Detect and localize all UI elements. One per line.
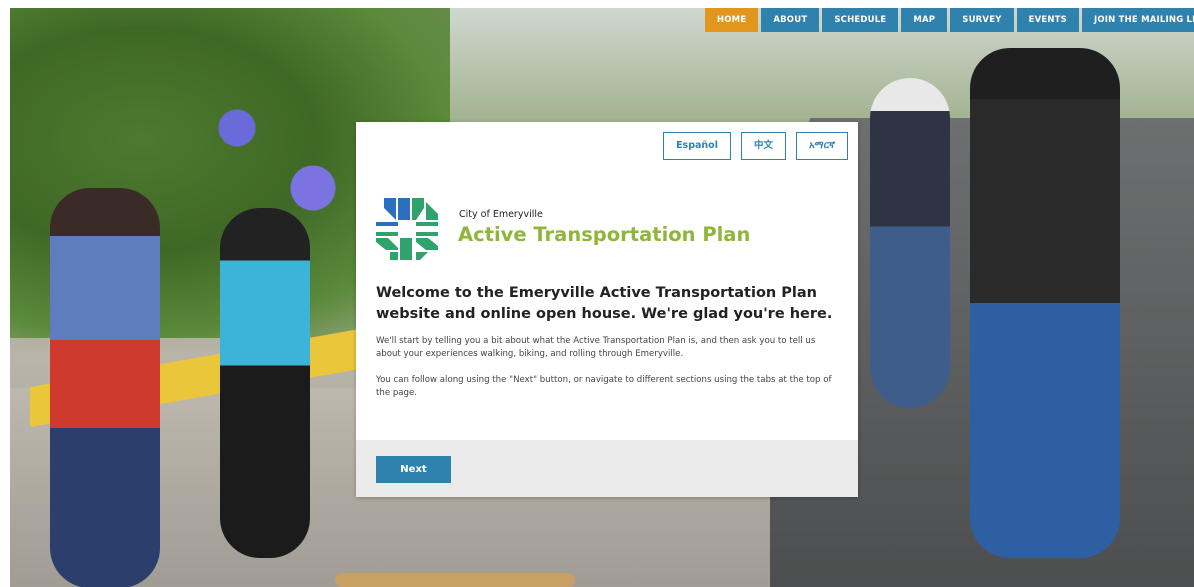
language-button-spanish[interactable]: Español xyxy=(663,132,731,160)
language-button-amharic[interactable]: አማርኛ xyxy=(795,132,848,160)
tab-survey[interactable]: SURVEY xyxy=(950,8,1014,32)
plan-title: Active Transportation Plan xyxy=(458,223,751,246)
instructions-paragraph: You can follow along using the "Next" bu… xyxy=(376,375,832,398)
skateboard xyxy=(335,573,575,587)
top-navigation: HOME ABOUT SCHEDULE MAP SURVEY EVENTS JO… xyxy=(704,8,1194,32)
cyclist xyxy=(870,78,950,408)
language-button-chinese[interactable]: 中文 xyxy=(740,132,786,160)
person-with-scooter xyxy=(50,188,160,587)
next-button[interactable]: Next xyxy=(376,456,451,483)
child-with-scooter xyxy=(220,208,310,558)
org-name: City of Emeryville xyxy=(459,209,543,220)
welcome-card: Español 中文 አማርኛ City of Emeryville Activ… xyxy=(356,122,858,497)
intro-paragraph: We'll start by telling you a bit about w… xyxy=(376,336,816,359)
tab-about[interactable]: ABOUT xyxy=(761,8,820,32)
tab-map[interactable]: MAP xyxy=(901,8,948,32)
tab-home[interactable]: HOME xyxy=(704,8,759,32)
language-selector: Español 中文 አማርኛ xyxy=(663,132,848,160)
page: HOME ABOUT SCHEDULE MAP SURVEY EVENTS JO… xyxy=(0,0,1194,587)
cyclist xyxy=(970,48,1120,558)
tab-events[interactable]: EVENTS xyxy=(1016,8,1079,32)
welcome-heading: Welcome to the Emeryville Active Transpo… xyxy=(376,285,833,322)
tab-join-mailing-list[interactable]: JOIN THE MAILING LIS xyxy=(1082,8,1194,32)
tab-schedule[interactable]: SCHEDULE xyxy=(822,8,899,32)
card-body: Español 中文 አማርኛ City of Emeryville Activ… xyxy=(356,122,858,440)
emeryville-logo-icon xyxy=(376,198,438,260)
